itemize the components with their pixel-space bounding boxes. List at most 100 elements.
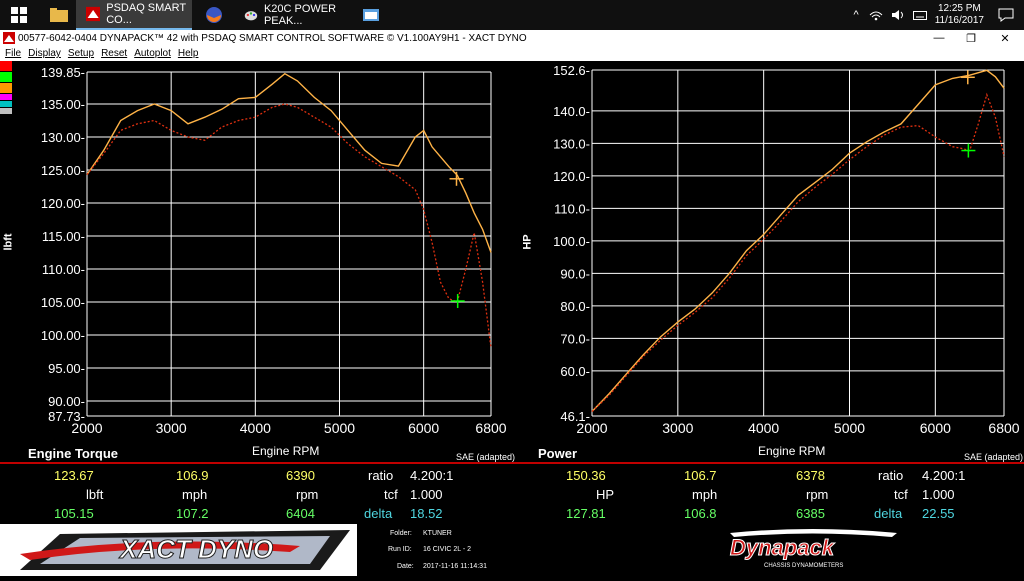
power-ratio-label: ratio [878,468,904,483]
series-line [86,72,492,253]
power-delta-label: delta [874,506,903,521]
system-tray: ^ 12:25 PM 11/16/2017 [854,0,1024,30]
y-tick-label: 120.00- [41,196,85,211]
x-tick-label: 5000 [324,420,355,436]
power-chart: 152.6- 140.0- 130.0- 120.0- 110.0- 100.0- 90.0… [553,63,1020,436]
power-tcf-value: 1.000 [922,487,955,502]
y-tick-label: 130.00- [41,130,85,145]
runid-label: Run ID: [388,546,412,553]
firefox-icon [206,7,222,23]
x-tick-label: 4000 [240,420,271,436]
window-icon [363,9,379,21]
menu-display[interactable]: Display [28,48,61,59]
torque-tcf-label: tcf [384,487,398,502]
y-tick-label: 100.00- [41,328,85,343]
xact-dyno-logo-graphic: XACT DYNO [20,530,350,570]
file-explorer-button[interactable] [44,0,74,30]
torque-rpm-label: rpm [296,487,319,502]
clock[interactable]: 12:25 PM 11/16/2017 [935,3,984,27]
dynapack-logo-graphic: Dynapack CHASSIS DYNAMOMETERS [730,529,897,569]
x-tick-label: 6000 [408,420,439,436]
power-value-primary: 150.36 [566,468,606,483]
y-tick-label: 100.0- [553,234,590,249]
torque-value-secondary: 105.15 [54,506,94,521]
torque-mph-label: mph [182,487,208,502]
x-tick-label: 6800 [988,420,1019,436]
window-title: 00577-6042-0404 DYNAPACK™ 42 with PSDAQ … [18,32,527,44]
divider-line [0,462,1024,464]
minimize-button[interactable]: — [922,30,956,46]
folder-icon [50,8,68,22]
series-line [591,92,1005,412]
torque-xlabel: Engine RPM [252,444,320,458]
notifications-icon[interactable] [998,8,1014,22]
power-sae-note: SAE (adapted) [964,452,1024,462]
power-mph-label: mph [692,487,718,502]
taskbar-item-k20c[interactable]: K20C POWER PEAK... [234,0,352,30]
y-tick-label: 139.85- [41,65,85,80]
y-tick-label: 90.00- [48,394,85,409]
app-icon [3,32,15,44]
y-tick-label: 140.0- [553,104,590,119]
torque-sae-note: SAE (adapted) [456,452,516,462]
y-tick-label: 125.00- [41,163,85,178]
power-speed-secondary: 106.8 [684,506,717,521]
y-tick-label: 115.00- [42,229,85,244]
menu-autoplot[interactable]: Autoplot [134,48,171,59]
x-tick-label: 3000 [156,420,187,436]
power-rpm-label: rpm [806,487,829,502]
close-button[interactable]: ✕ [988,30,1022,46]
power-ratio-value: 4.200:1 [922,468,966,483]
torque-ylabel: lbft [2,233,15,251]
date-label: Date: [397,563,414,570]
power-xlabel: Engine RPM [758,444,826,458]
y-tick-label: 110.00- [42,262,85,277]
folder-label: Folder: [390,530,412,537]
torque-delta-label: delta [364,506,393,521]
series-line [86,103,492,349]
date-value: 2017-11-16 11:14:31 [423,563,487,570]
torque-speed-primary: 106.9 [176,468,209,483]
y-tick-label: 80.0- [560,299,590,314]
start-button[interactable] [0,0,38,30]
y-tick-label: 90.0- [560,266,590,281]
taskbar-item-psdaq[interactable]: PSDAQ SMART CO... [76,0,192,30]
folder-value: KTUNER [423,530,452,537]
network-icon[interactable] [869,9,883,21]
runid-value: 16 CIVIC 2L - 2 [423,546,471,553]
power-delta-value: 22.55 [922,506,955,521]
power-rpm-primary: 6378 [796,468,825,483]
torque-delta-value: 18.52 [410,506,443,521]
x-tick-label: 4000 [748,420,779,436]
windows-icon [11,7,27,23]
taskbar-item-label: K20C POWER PEAK... [263,3,337,27]
taskbar: PSDAQ SMART CO... K20C POWER PEAK... ^ 1… [0,0,1024,30]
y-tick-label: 135.00- [41,97,85,112]
power-ylabel: HP [521,234,534,250]
maximize-button[interactable]: ❐ [954,30,988,46]
window-app-button[interactable] [356,0,386,30]
menu-setup[interactable]: Setup [68,48,94,59]
x-tick-label: 3000 [662,420,693,436]
x-tick-label: 5000 [834,420,865,436]
torque-chart: 139.85- 135.00- 130.00- 125.00- 120.00- 115.0… [41,65,507,436]
volume-icon[interactable] [891,9,905,21]
x-tick-label: 6800 [475,420,506,436]
torque-unit-label: lbft [86,487,104,502]
minimize-icon: — [933,32,945,44]
power-rpm-secondary: 6385 [796,506,825,521]
torque-rpm-secondary: 6404 [286,506,315,521]
torque-value-primary: 123.67 [54,468,94,483]
y-tick-label: 130.0- [553,136,590,151]
chevron-up-icon[interactable]: ^ [854,9,859,21]
firefox-button[interactable] [196,0,232,30]
menu-help[interactable]: Help [178,48,199,59]
menu-file[interactable]: File [5,48,21,59]
y-tick-label: 105.00- [41,295,85,310]
y-tick-label: 120.0- [553,169,590,184]
restore-icon: ❐ [966,32,976,45]
menu-bar: File Display Setup Reset Autoplot Help [0,46,1024,61]
keyboard-icon[interactable] [912,9,927,21]
dynapack-logo-text: Dynapack [730,535,836,560]
menu-reset[interactable]: Reset [101,48,127,59]
